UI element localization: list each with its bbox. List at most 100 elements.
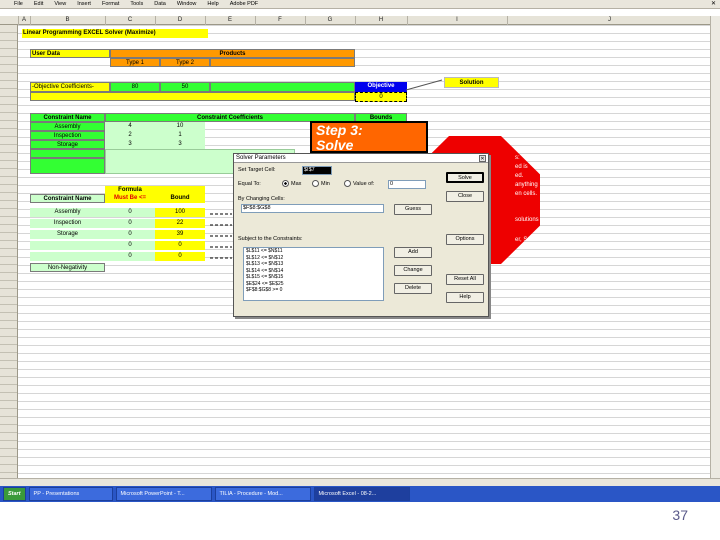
row-header[interactable]	[0, 401, 17, 409]
row-header[interactable]	[0, 217, 17, 225]
row-header[interactable]	[0, 33, 17, 41]
dialog-close-icon[interactable]: ✕	[479, 155, 486, 162]
formula-row-bound[interactable]: 100	[155, 208, 205, 217]
row-header[interactable]	[0, 249, 17, 257]
menu-tools[interactable]: Tools	[130, 1, 143, 7]
row-header[interactable]	[0, 129, 17, 137]
formula-row-bound[interactable]: 0	[155, 252, 205, 261]
constraint-name-cell[interactable]: Inspection	[30, 131, 105, 140]
column-header[interactable]: E	[205, 16, 256, 25]
taskbar-item[interactable]: TILIA - Procedure - Mod...	[214, 487, 311, 501]
column-header[interactable]: B	[30, 16, 106, 25]
row-header[interactable]	[0, 65, 17, 73]
menu-format[interactable]: Format	[102, 1, 119, 7]
row-header[interactable]	[0, 113, 17, 121]
formula-row-bound[interactable]: 0	[155, 241, 205, 250]
formula-row-value[interactable]: 0	[105, 252, 155, 261]
row-header[interactable]	[0, 81, 17, 89]
formula-row-value[interactable]: 0	[105, 241, 155, 250]
column-header[interactable]: D	[155, 16, 206, 25]
row-header[interactable]	[0, 321, 17, 329]
row-header[interactable]	[0, 177, 17, 185]
row-header[interactable]	[0, 97, 17, 105]
constraint-coef-cell[interactable]: 1	[155, 131, 205, 140]
row-header[interactable]	[0, 153, 17, 161]
row-header[interactable]	[0, 201, 17, 209]
row-header[interactable]	[0, 49, 17, 57]
add-button[interactable]: Add	[394, 247, 432, 258]
solve-button[interactable]: Solve	[446, 172, 484, 183]
constraint-coef-cell[interactable]: 2	[105, 131, 155, 140]
column-header[interactable]: G	[305, 16, 356, 25]
column-header[interactable]: F	[255, 16, 306, 25]
constraint-coef-cell[interactable]: 4	[105, 122, 155, 131]
change-button[interactable]: Change	[394, 265, 432, 276]
formula-row-bound[interactable]: 22	[155, 219, 205, 228]
value-of-input[interactable]: 0	[388, 180, 426, 189]
row-header[interactable]	[0, 457, 17, 465]
row-header[interactable]	[0, 345, 17, 353]
row-header[interactable]	[0, 361, 17, 369]
row-header[interactable]	[0, 305, 17, 313]
sheet-tab-bar[interactable]	[0, 478, 720, 486]
row-header[interactable]	[0, 169, 17, 177]
menu-adobe-pdf[interactable]: Adobe PDF	[230, 1, 258, 7]
formula-row-name[interactable]	[30, 241, 105, 250]
row-header[interactable]	[0, 425, 17, 433]
delete-button[interactable]: Delete	[394, 283, 432, 294]
row-header[interactable]	[0, 257, 17, 265]
row-header[interactable]	[0, 273, 17, 281]
row-header[interactable]	[0, 105, 17, 113]
menu-file[interactable]: File	[14, 1, 23, 7]
row-header[interactable]	[0, 193, 17, 201]
row-header[interactable]	[0, 441, 17, 449]
value-of-radio[interactable]: Value of:	[344, 180, 374, 188]
row-header[interactable]	[0, 265, 17, 273]
constraint-name-cell[interactable]	[30, 158, 105, 174]
constraint-coef-cell[interactable]: 10	[155, 122, 205, 131]
column-header[interactable]: H	[355, 16, 408, 25]
row-header[interactable]	[0, 41, 17, 49]
row-header[interactable]	[0, 289, 17, 297]
constraint-list-item[interactable]: $F$8:$G$8 >= 0	[244, 287, 383, 294]
row-header[interactable]	[0, 233, 17, 241]
row-header[interactable]	[0, 161, 17, 169]
row-header[interactable]	[0, 209, 17, 217]
max-radio[interactable]: Max	[282, 180, 301, 188]
row-header[interactable]	[0, 73, 17, 81]
row-header[interactable]	[0, 385, 17, 393]
menu-data[interactable]: Data	[154, 1, 166, 7]
row-header[interactable]	[0, 417, 17, 425]
coef-type1[interactable]: 80	[110, 82, 160, 92]
row-header[interactable]	[0, 409, 17, 417]
start-button[interactable]: Start	[3, 487, 26, 501]
menu-edit[interactable]: Edit	[34, 1, 43, 7]
constraint-name-cell[interactable]	[30, 149, 105, 158]
menu-window[interactable]: Window	[177, 1, 197, 7]
taskbar-item-active[interactable]: Microsoft Excel - 08-2...	[313, 487, 410, 501]
constraint-name-cell[interactable]: Storage	[30, 140, 105, 149]
help-button[interactable]: Help	[446, 292, 484, 303]
taskbar-item[interactable]: PP - Presentations	[28, 487, 113, 501]
decision-variables-row[interactable]	[30, 92, 355, 101]
column-header[interactable]: I	[407, 16, 508, 25]
row-header[interactable]	[0, 281, 17, 289]
row-header[interactable]	[0, 353, 17, 361]
row-header[interactable]	[0, 121, 17, 129]
row-header[interactable]	[0, 241, 17, 249]
formula-row-name[interactable]: Inspection	[30, 219, 105, 228]
formula-row-name[interactable]: Storage	[30, 230, 105, 239]
reset-all-button[interactable]: Reset All	[446, 274, 484, 285]
formula-row-name[interactable]	[30, 252, 105, 261]
coef-type2[interactable]: 50	[160, 82, 210, 92]
formula-row-value[interactable]: 0	[105, 208, 155, 217]
taskbar-item[interactable]: Microsoft PowerPoint - T...	[115, 487, 212, 501]
min-radio[interactable]: Min	[312, 180, 330, 188]
objective-cell[interactable]: 0	[355, 92, 407, 102]
row-header[interactable]	[0, 449, 17, 457]
column-header[interactable]: J	[507, 16, 713, 25]
row-header[interactable]	[0, 297, 17, 305]
row-header[interactable]	[0, 433, 17, 441]
menu-insert[interactable]: Insert	[77, 1, 91, 7]
row-header[interactable]	[0, 25, 17, 33]
